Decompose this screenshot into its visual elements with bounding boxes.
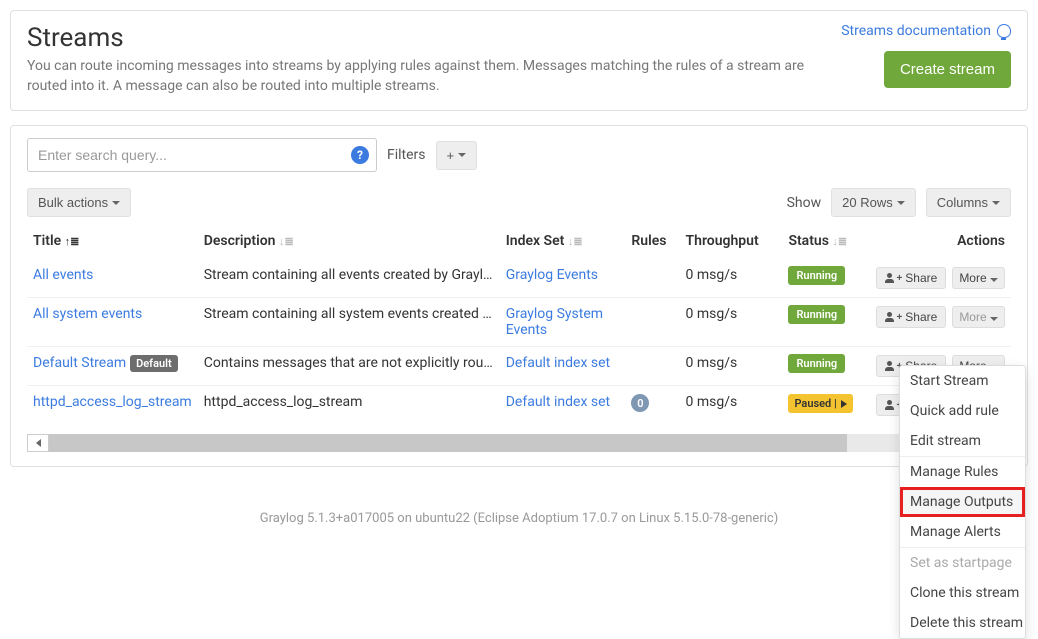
column-header-title[interactable]: Title ↑≣ xyxy=(27,225,198,259)
throughput-value: 0 msg/s xyxy=(680,347,783,386)
chevron-down-icon xyxy=(458,153,466,157)
dropdown-item-start-stream[interactable]: Start Stream xyxy=(900,366,1025,396)
chevron-down-icon xyxy=(112,201,120,205)
content-panel: ? Filters + Bulk actions Show 20 Rows Co… xyxy=(10,125,1028,467)
share-button[interactable]: + Share xyxy=(876,306,946,328)
more-actions-dropdown: Start StreamQuick add ruleEdit streamMan… xyxy=(899,365,1026,639)
person-plus-icon xyxy=(885,361,895,371)
stream-description: httpd_access_log_stream xyxy=(204,394,494,410)
index-set-link[interactable]: Default index set xyxy=(506,355,610,371)
throughput-value: 0 msg/s xyxy=(680,259,783,298)
search-input[interactable] xyxy=(27,138,377,172)
table-row: httpd_access_log_stream httpd_access_log… xyxy=(27,386,1011,425)
dropdown-item-set-as-startpage: Set as startpage xyxy=(900,548,1025,578)
more-button[interactable]: More xyxy=(952,267,1005,289)
scroll-left-button[interactable] xyxy=(27,434,49,452)
table-row: All system events Stream containing all … xyxy=(27,298,1011,347)
filters-label: Filters xyxy=(387,147,426,163)
person-plus-icon xyxy=(885,312,895,322)
column-header-description[interactable]: Description ↓≣ xyxy=(198,225,500,259)
stream-title-link[interactable]: All events xyxy=(33,267,93,283)
documentation-link[interactable]: Streams documentation xyxy=(841,23,1011,39)
documentation-link-label: Streams documentation xyxy=(841,23,991,39)
stream-title-link[interactable]: httpd_access_log_stream xyxy=(33,394,192,410)
column-header-index-set[interactable]: Index Set ↓≣ xyxy=(500,225,626,259)
dropdown-item-clone-this-stream[interactable]: Clone this stream xyxy=(900,578,1025,608)
show-label: Show xyxy=(787,195,822,211)
dropdown-item-manage-outputs[interactable]: Manage Outputs xyxy=(900,487,1025,517)
dropdown-item-edit-stream[interactable]: Edit stream xyxy=(900,426,1025,456)
throughput-value: 0 msg/s xyxy=(680,386,783,425)
stream-title-link[interactable]: All system events xyxy=(33,306,142,322)
person-plus-icon xyxy=(885,400,895,410)
chevron-left-icon xyxy=(36,439,41,447)
status-badge: Running xyxy=(788,266,845,285)
dropdown-item-delete-this-stream[interactable]: Delete this stream xyxy=(900,608,1025,638)
page-subtitle: You can route incoming messages into str… xyxy=(27,57,841,96)
chevron-down-icon xyxy=(897,201,905,205)
dropdown-item-manage-alerts[interactable]: Manage Alerts xyxy=(900,517,1025,547)
stream-description: Stream containing all system events crea… xyxy=(204,306,494,322)
status-badge[interactable]: Paused | xyxy=(788,394,852,413)
stream-description: Stream containing all events created by … xyxy=(204,267,494,283)
more-button: More xyxy=(952,306,1005,328)
throughput-value: 0 msg/s xyxy=(680,298,783,347)
share-button[interactable]: + Share xyxy=(876,267,946,289)
rows-select-button[interactable]: 20 Rows xyxy=(831,188,916,217)
column-header-throughput: Throughput xyxy=(680,225,783,259)
add-filter-button[interactable]: + xyxy=(436,141,478,170)
default-badge: Default xyxy=(130,355,178,372)
chevron-down-icon xyxy=(990,278,998,282)
table-row: Default StreamDefault Contains messages … xyxy=(27,347,1011,386)
status-badge: Running xyxy=(788,305,845,324)
lightbulb-icon xyxy=(997,24,1011,38)
dropdown-item-manage-rules[interactable]: Manage Rules xyxy=(900,457,1025,487)
status-badge: Running xyxy=(788,354,845,373)
bulk-actions-button[interactable]: Bulk actions xyxy=(27,188,131,217)
column-header-rules: Rules xyxy=(625,225,679,259)
streams-table: Title ↑≣ Description ↓≣ Index Set ↓≣ Rul… xyxy=(27,225,1011,424)
footer-version: Graylog 5.1.3+a017005 on ubuntu22 (Eclip… xyxy=(10,481,1028,536)
dropdown-item-quick-add-rule[interactable]: Quick add rule xyxy=(900,396,1025,426)
header-panel: Streams You can route incoming messages … xyxy=(10,10,1028,111)
horizontal-scrollbar[interactable] xyxy=(27,434,1011,452)
table-row: All events Stream containing all events … xyxy=(27,259,1011,298)
rules-count-badge: 0 xyxy=(631,394,649,412)
chevron-down-icon xyxy=(990,317,998,321)
play-icon xyxy=(841,400,847,408)
help-icon[interactable]: ? xyxy=(351,146,369,164)
chevron-down-icon xyxy=(992,201,1000,205)
scroll-thumb[interactable] xyxy=(49,434,847,452)
column-header-status[interactable]: Status ↓≣ xyxy=(782,225,870,259)
index-set-link[interactable]: Graylog Events xyxy=(506,267,598,283)
stream-description: Contains messages that are not explicitl… xyxy=(204,355,494,371)
create-stream-button[interactable]: Create stream xyxy=(884,51,1011,88)
person-plus-icon xyxy=(885,273,895,283)
column-header-actions: Actions xyxy=(870,225,1011,259)
columns-select-button[interactable]: Columns xyxy=(926,188,1011,217)
index-set-link[interactable]: Graylog System Events xyxy=(506,306,603,338)
stream-title-link[interactable]: Default Stream xyxy=(33,355,126,371)
page-title: Streams xyxy=(27,23,841,53)
index-set-link[interactable]: Default index set xyxy=(506,394,610,410)
